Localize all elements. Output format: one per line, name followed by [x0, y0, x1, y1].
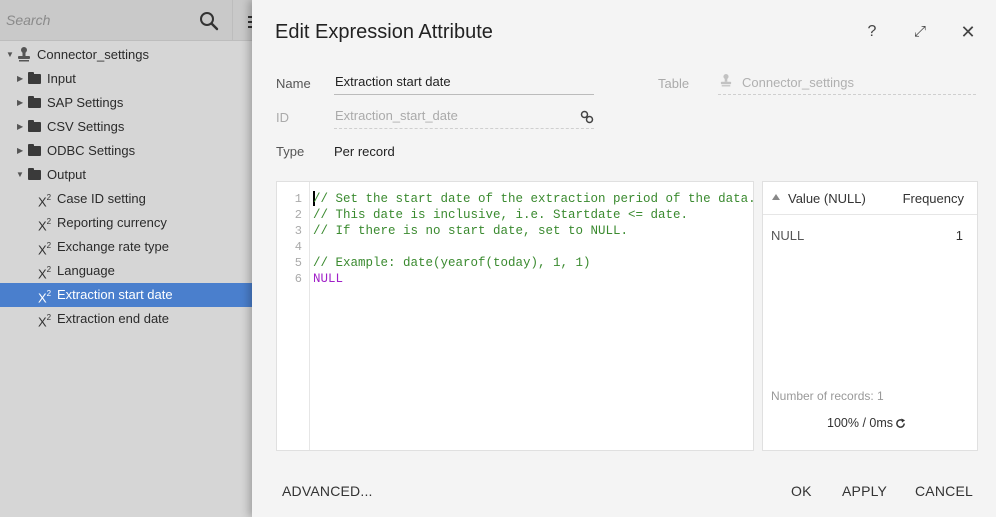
folder-icon [28, 72, 41, 84]
column-header-frequency[interactable]: Frequency [903, 191, 964, 206]
line-number: 5 [294, 256, 302, 270]
help-button[interactable]: ? [860, 20, 884, 44]
tree-label: Extraction end date [57, 311, 170, 326]
folder-icon [28, 96, 41, 108]
panel-menu-strip [232, 0, 253, 41]
tree-item-case-id-setting[interactable]: X2 Case ID setting [0, 187, 252, 211]
caret-right-icon[interactable]: ▶ [17, 115, 27, 139]
type-value: Per record [334, 144, 395, 159]
refresh-icon[interactable] [895, 418, 906, 429]
folder-icon [28, 168, 41, 180]
expression-icon: X2 [38, 313, 52, 330]
folder-icon [28, 144, 41, 156]
preview-cell-value: NULL [771, 228, 805, 243]
tree-root-connector-settings[interactable]: ▼ Connector_settings [0, 43, 252, 67]
search-bar [0, 0, 232, 41]
preview-header: Value (NULL) Frequency [763, 182, 977, 215]
type-label: Type [276, 144, 305, 159]
tree-label: Connector_settings [37, 47, 150, 62]
sort-ascending-icon[interactable] [772, 194, 780, 200]
caret-right-icon[interactable]: ▶ [17, 67, 27, 91]
caret-right-icon[interactable]: ▶ [17, 139, 27, 163]
code-line: NULL [313, 272, 344, 286]
attribute-tree: ▼ Connector_settings ▶ Input ▶ SAP Setti… [0, 43, 252, 331]
tree-label: CSV Settings [47, 119, 125, 134]
tree-item-language[interactable]: X2 Language [0, 259, 252, 283]
code-line: // Example: date(yearof(today), 1, 1) [313, 256, 591, 270]
tree-item-reporting-currency[interactable]: X2 Reporting currency [0, 211, 252, 235]
expand-button[interactable]: ⤢ [908, 20, 932, 44]
tree-folder-input[interactable]: ▶ Input [0, 67, 252, 91]
ok-button[interactable]: OK [791, 481, 812, 501]
value-preview-panel: Value (NULL) Frequency NULL 1 Number of … [762, 181, 978, 451]
id-label: ID [276, 110, 289, 125]
caret-right-icon[interactable]: ▶ [17, 91, 27, 115]
tree-label: Reporting currency [57, 215, 167, 230]
column-header-value[interactable]: Value (NULL) [788, 191, 866, 206]
line-number: 2 [294, 208, 302, 222]
name-field[interactable] [334, 69, 594, 95]
record-count: Number of records: 1 [771, 389, 884, 403]
tree-label: Output [47, 167, 87, 182]
line-number-gutter: 1 2 3 4 5 6 [277, 182, 310, 450]
code-line: // Set the start date of the extraction … [313, 192, 756, 206]
navigation-panel: ▼ Connector_settings ▶ Input ▶ SAP Setti… [0, 0, 253, 517]
preview-cell-frequency: 1 [955, 228, 963, 243]
tree-item-exchange-rate-type[interactable]: X2 Exchange rate type [0, 235, 252, 259]
dialog-title: Edit Expression Attribute [275, 21, 493, 43]
tree-folder-csv-settings[interactable]: ▶ CSV Settings [0, 115, 252, 139]
tree-folder-odbc-settings[interactable]: ▶ ODBC Settings [0, 139, 252, 163]
caret-down-icon[interactable]: ▼ [16, 163, 26, 187]
tree-label: Input [47, 71, 76, 86]
name-label: Name [276, 76, 311, 91]
line-number: 3 [294, 224, 302, 238]
tree-label: Case ID setting [57, 191, 146, 206]
folder-icon [28, 120, 41, 132]
database-stamp-icon [18, 47, 30, 62]
tree-item-extraction-end-date[interactable]: X2 Extraction end date [0, 307, 252, 331]
database-stamp-icon [720, 74, 732, 87]
link-icon[interactable] [580, 110, 594, 124]
tree-folder-output[interactable]: ▼ Output [0, 163, 252, 187]
line-number: 4 [294, 240, 302, 254]
line-number: 1 [294, 192, 302, 206]
advanced-button[interactable]: ADVANCED... [282, 481, 373, 501]
code-line: // This date is inclusive, i.e. Startdat… [313, 208, 689, 222]
search-input[interactable] [6, 10, 194, 30]
expression-editor[interactable]: 1 2 3 4 5 6 // Set the start date of the… [276, 181, 756, 451]
tree-label: Language [57, 263, 115, 278]
tree-label: ODBC Settings [47, 143, 136, 158]
edit-expression-dialog: Edit Expression Attribute ? ⤢ ✕ Name Tab… [252, 0, 996, 517]
close-button[interactable]: ✕ [956, 20, 980, 44]
table-value: Connector_settings [742, 75, 855, 90]
caret-down-icon[interactable]: ▼ [6, 43, 16, 67]
table-label: Table [658, 76, 690, 91]
preview-stats: 100% / 0ms [827, 416, 894, 430]
tree-label: Extraction start date [57, 287, 173, 302]
id-field [334, 103, 594, 129]
tree-folder-sap-settings[interactable]: ▶ SAP Settings [0, 91, 252, 115]
apply-button[interactable]: APPLY [842, 481, 887, 501]
tree-item-extraction-start-date[interactable]: X2 Extraction start date [0, 283, 252, 307]
tree-label: Exchange rate type [57, 239, 170, 254]
cancel-button[interactable]: CANCEL [915, 481, 973, 501]
search-icon[interactable] [199, 11, 219, 31]
code-line: // If there is no start date, set to NUL… [313, 224, 629, 238]
table-field: Connector_settings [718, 69, 976, 95]
line-number: 6 [294, 272, 302, 286]
tree-label: SAP Settings [47, 95, 124, 110]
